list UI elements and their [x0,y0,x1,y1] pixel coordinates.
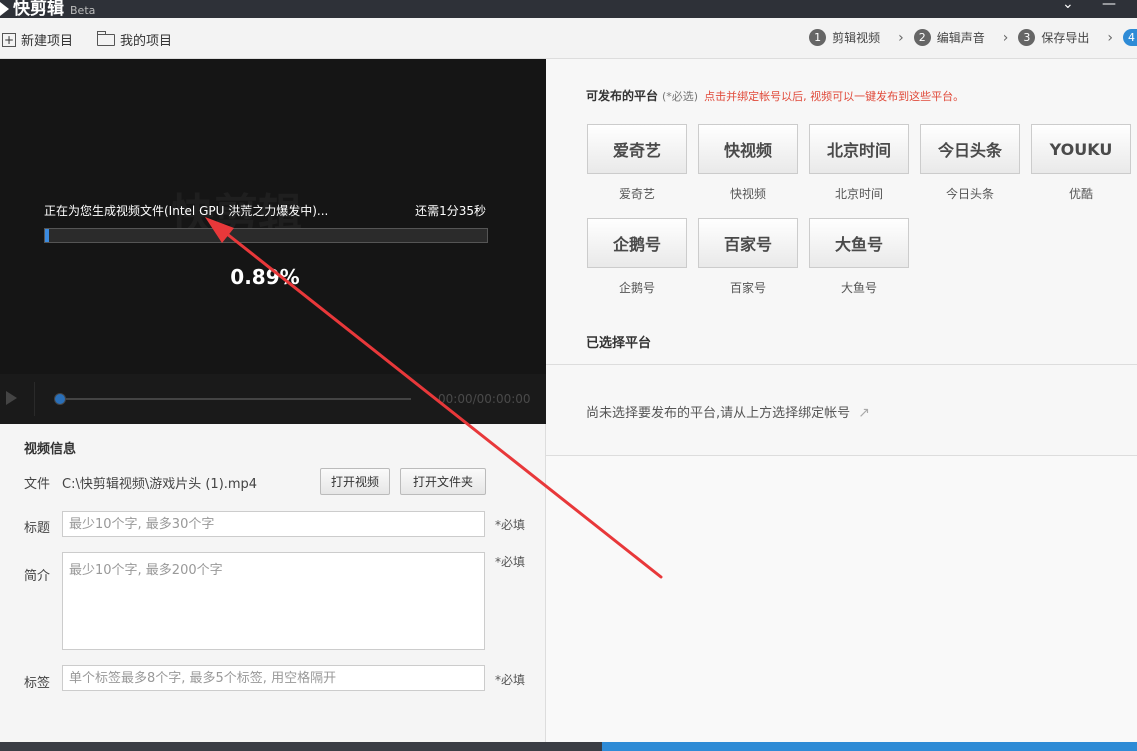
step-number: 1 [809,29,827,46]
step-edit-audio[interactable]: 2 编辑声音 › [913,29,1009,46]
title-label: 标题 [24,521,51,536]
plus-icon: + [2,32,16,47]
tags-input[interactable] [62,665,485,691]
bjtime-logo-icon[interactable]: 北京时间 [809,124,909,174]
publish-header: 可发布的平台 (*必选) 点击并绑定帐号以后, 视频可以一键发布到这些平台。 [586,87,964,104]
step-number: 2 [913,29,931,46]
open-folder-button[interactable]: 打开文件夹 [400,468,486,495]
step-publish-active[interactable]: 4 [1123,29,1137,46]
selected-platforms-title: 已选择平台 [586,336,652,351]
file-path: C:\快剪辑视频\游戏片头 (1).mp4 [62,477,258,492]
new-project-label: 新建项目 [21,34,74,49]
my-projects-button[interactable]: 我的项目 [97,30,172,49]
app-logo-icon [0,2,9,16]
bottom-accent-bar [602,742,1137,751]
platform-name: 爱奇艺 [618,187,655,201]
platform-name: 优酷 [1068,187,1093,201]
minimize-icon[interactable]: — [1102,0,1116,12]
file-label: 文件 [24,477,51,492]
divider [34,382,35,416]
progress-bar-fill [45,229,49,242]
step-edit-video[interactable]: 1 剪辑视频 › [809,29,904,46]
section-title: 视频信息 [24,442,77,457]
platform-name: 企鹅号 [618,281,655,295]
divider [546,364,1137,365]
publish-panel: 可发布的平台 (*必选) 点击并绑定帐号以后, 视频可以一键发布到这些平台。 爱奇艺… [546,59,1137,742]
platform-qiehao[interactable]: 企鹅号 企鹅号 [587,218,687,296]
description-label: 简介 [24,569,51,584]
new-project-button[interactable]: + 新建项目 [2,30,73,49]
play-icon[interactable] [6,391,17,405]
description-textarea[interactable] [62,552,485,650]
open-video-button[interactable]: 打开视频 [320,468,390,495]
folder-icon [97,30,115,46]
platform-baijiahao[interactable]: 百家号 百家号 [698,218,798,296]
platform-iqiyi[interactable]: 爱奇艺 爱奇艺 [587,124,687,202]
time-display: 00:00/00:00:00 [438,392,531,406]
step-indicator: 1 剪辑视频 › 2 编辑声音 › 3 保存导出 › 4 [809,29,1137,46]
toutiao-logo-icon[interactable]: 今日头条 [920,124,1020,174]
chevron-right-icon: › [1002,29,1009,46]
platform-name: 百家号 [729,281,766,295]
step-label: 剪辑视频 [832,31,881,45]
platform-name: 快视频 [729,187,766,201]
platform-youku[interactable]: YOUKU 优酷 [1031,124,1131,202]
tags-label: 标签 [24,676,51,691]
platform-name: 今日头条 [945,187,994,201]
empty-hint-text: 尚未选择要发布的平台,请从上方选择绑定帐号 [586,406,851,421]
step-label: 编辑声音 [936,31,985,45]
baijiahao-logo-icon[interactable]: 百家号 [698,218,798,268]
step-number: 3 [1018,29,1036,46]
required-mark: *必填 [495,518,526,532]
step-label: 保存导出 [1041,31,1090,45]
platform-kuaishipin[interactable]: 快视频 快视频 [698,124,798,202]
publish-title: 可发布的平台 [586,89,659,103]
progress-percent: 0.89% [230,265,300,289]
platform-name: 北京时间 [834,187,883,201]
app-title: 快剪辑 Beta [0,0,95,18]
my-projects-label: 我的项目 [120,34,173,49]
step-save-export[interactable]: 3 保存导出 › [1018,29,1113,46]
progress-status-text: 正在为您生成视频文件(Intel GPU 洪荒之力爆发中)... [44,204,329,218]
video-info-panel: 视频信息 文件 C:\快剪辑视频\游戏片头 (1).mp4 打开视频 打开文件夹… [0,424,546,742]
seek-handle[interactable] [54,393,66,405]
chevron-right-icon: › [1107,29,1113,46]
dayuhao-logo-icon[interactable]: 大鱼号 [809,218,909,268]
seek-track[interactable] [60,398,411,400]
required-note: (*必选) [662,90,699,103]
toolbar: + 新建项目 我的项目 1 剪辑视频 › 2 编辑声音 › 3 保存导出 › 4 [0,18,1137,59]
platform-bjtime[interactable]: 北京时间 北京时间 [809,124,909,202]
dropdown-icon[interactable]: ⌄ [1062,0,1074,12]
platform-toutiao[interactable]: 今日头条 今日头条 [920,124,1020,202]
empty-selection-hint: 尚未选择要发布的平台,请从上方选择绑定帐号 ↗ [586,402,870,421]
title-bar: 快剪辑 Beta ⌄ — [0,0,1137,18]
arrow-up-right-icon: ↗ [858,405,870,421]
platform-name: 大鱼号 [840,281,877,295]
required-mark: *必填 [495,555,526,569]
youku-logo-icon[interactable]: YOUKU [1031,124,1131,174]
remaining-time-text: 还需1分35秒 [415,204,486,218]
selected-platforms-area [546,456,1137,742]
iqiyi-logo-icon[interactable]: 爱奇艺 [587,124,687,174]
app-title-text: 快剪辑 [13,0,64,18]
title-input[interactable] [62,511,485,537]
video-preview: 快剪辑 正在为您生成视频文件(Intel GPU 洪荒之力爆发中)... 还需1… [0,59,546,374]
player-controls: 00:00/00:00:00 [0,374,546,424]
bottom-bar [0,742,1137,751]
publish-hint: 点击并绑定帐号以后, 视频可以一键发布到这些平台。 [704,90,965,103]
kuaishipin-logo-icon[interactable]: 快视频 [698,124,798,174]
progress-bar [44,228,488,243]
platform-dayuhao[interactable]: 大鱼号 大鱼号 [809,218,909,296]
required-mark: *必填 [495,673,526,687]
chevron-right-icon: › [898,29,904,46]
qiehao-logo-icon[interactable]: 企鹅号 [587,218,687,268]
beta-label: Beta [70,4,96,17]
